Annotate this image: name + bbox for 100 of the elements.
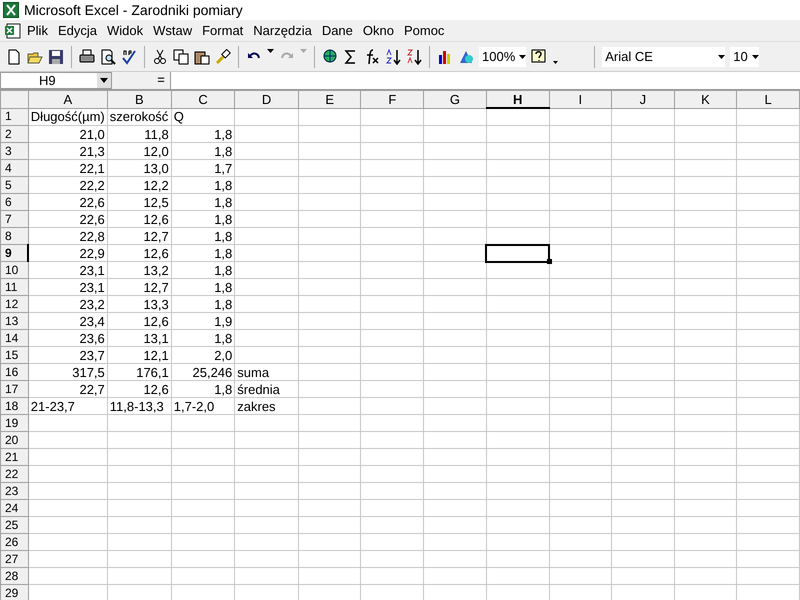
row-header[interactable]: 5 [0,176,28,194]
help-icon[interactable] [531,48,548,64]
row-header[interactable]: 24 [0,500,28,516]
caret-icon[interactable] [752,54,759,58]
table-cell: Q [171,108,235,126]
copy-icon[interactable] [173,48,189,64]
column-header[interactable]: F [360,90,424,108]
row-header[interactable]: 25 [0,516,28,534]
row-header[interactable]: 23 [0,482,28,500]
sort-descending-icon[interactable] [406,48,422,64]
row-header[interactable]: 16 [0,364,28,380]
workbook-icon[interactable] [4,22,22,38]
print-preview-icon[interactable] [100,48,116,64]
column-header[interactable]: H [486,90,549,108]
row-header[interactable]: 6 [0,194,28,210]
new-document-icon[interactable] [6,48,22,64]
row-header[interactable]: 26 [0,534,28,550]
column-header[interactable]: I [549,90,612,108]
row-header[interactable]: 13 [0,312,28,330]
column-header[interactable]: L [736,90,800,108]
row-header[interactable]: 20 [0,432,28,448]
caret-icon[interactable] [519,54,526,58]
table-cell: 1,8 [171,296,235,312]
row-header[interactable]: 9 [0,244,28,262]
menu-item[interactable]: Wstaw [148,23,198,38]
menu-item[interactable]: Plik [22,23,53,38]
sort-ascending-icon[interactable] [385,48,401,64]
table-cell: szerokość [107,108,172,126]
table-cell: 22,6 [28,194,108,210]
table-cell: 22,1 [28,160,108,176]
menu-item[interactable]: Widok [102,23,148,38]
name-box[interactable]: H9 [0,72,112,89]
table-cell: 1,8 [171,278,235,296]
table-cell: 1,9 [171,312,235,330]
row-header[interactable]: 29 [0,584,28,600]
table-cell: 1,7 [171,160,235,176]
dropdown-arrow-icon[interactable] [100,78,108,83]
spelling-check-icon[interactable] [121,48,137,64]
formula-input[interactable] [170,72,800,89]
menu-item[interactable]: Okno [358,23,399,38]
table-cell: 22,6 [28,210,108,228]
table-cell: 12,1 [107,346,172,364]
row-header[interactable]: 4 [0,160,28,176]
menu-item[interactable]: Format [197,23,248,38]
paintbrush-icon[interactable] [215,48,231,64]
globe-icon[interactable] [322,48,338,64]
table-cell: 13,2 [107,262,172,278]
table-cell: 2,0 [171,346,235,364]
row-header[interactable]: 12 [0,296,28,312]
row-header[interactable]: 14 [0,330,28,346]
row-header[interactable]: 10 [0,262,28,278]
table-cell: Długość(µm) [28,108,108,126]
scissors-icon[interactable] [152,48,168,64]
zoom-dropdown[interactable]: 100% [479,46,526,66]
paste-icon[interactable] [194,48,210,64]
menu-item[interactable]: Pomoc [398,23,450,38]
column-header[interactable]: K [674,90,737,108]
menu-item[interactable]: Dane [316,23,358,38]
column-header[interactable]: A [28,90,108,108]
row-header[interactable]: 22 [0,466,28,482]
font-size-dropdown[interactable]: 10 [730,46,759,66]
fill-handle[interactable] [546,259,552,264]
table-cell: 13,3 [107,296,172,312]
column-header[interactable]: B [107,90,172,108]
menu-item[interactable]: Narzędzia [248,23,317,38]
row-header[interactable]: 8 [0,228,28,244]
table-cell: 11,8-13,3 [107,398,172,414]
column-header[interactable]: G [424,90,486,108]
row-header[interactable]: 3 [0,142,28,160]
table-cell: 13,0 [107,160,172,176]
table-cell: 12,6 [107,210,172,228]
row-header[interactable]: 15 [0,346,28,364]
function-icon[interactable] [364,48,380,64]
column-header[interactable]: E [298,90,361,108]
caret-icon[interactable] [718,54,726,58]
row-header[interactable]: 1 [0,108,28,126]
table-cell: 1,8 [171,244,235,262]
table-cell: średnia [234,380,298,398]
menu-item[interactable]: Edycja [52,23,102,38]
row-header[interactable]: 17 [0,380,28,398]
selected-cell[interactable] [486,244,549,262]
font-dropdown[interactable]: Arial CE [602,46,726,66]
printer-icon[interactable] [79,48,95,64]
bar-chart-icon[interactable] [437,48,453,64]
row-header[interactable]: 19 [0,414,28,432]
column-header[interactable]: J [612,90,674,108]
table-cell: 317,5 [28,364,108,380]
row-header[interactable]: 27 [0,550,28,568]
row-header[interactable]: 11 [0,278,28,296]
table-cell: 12,0 [107,142,172,160]
row-header[interactable]: 18 [0,398,28,414]
row-header[interactable]: 28 [0,568,28,584]
row-header[interactable]: 21 [0,448,28,466]
column-header[interactable]: C [171,90,235,108]
row-header[interactable]: 7 [0,210,28,228]
save-icon[interactable] [48,48,64,64]
column-header[interactable]: D [234,90,298,108]
row-header[interactable]: 2 [0,126,28,142]
table-cell: 1,8 [171,126,235,142]
drawing-shapes-icon[interactable] [458,48,474,64]
